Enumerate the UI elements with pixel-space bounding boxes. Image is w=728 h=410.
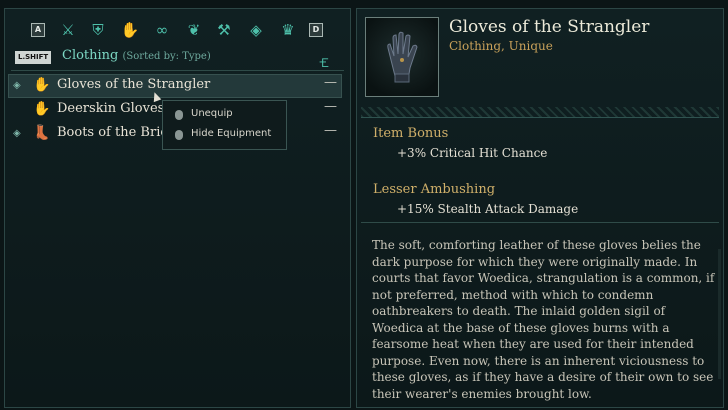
item-value: —	[324, 123, 337, 138]
glove-image	[387, 31, 418, 83]
item-subtitle: Clothing, Unique	[449, 39, 553, 53]
item-value: —	[324, 75, 337, 90]
category-title: Clothing (Sorted by: Type)	[62, 48, 211, 63]
category-label: Clothing	[62, 48, 119, 63]
weapons-icon[interactable]: ⚔	[57, 19, 79, 41]
item-description: The soft, comforting leather of these gl…	[372, 238, 715, 401]
item-name: Gloves of the Strangler	[57, 77, 211, 92]
equipped-icon: ◈	[13, 128, 21, 139]
decorative-divider	[361, 107, 719, 118]
hide-equipment-label: Hide Equipment	[191, 128, 272, 139]
smithing-icon[interactable]: ⚒	[213, 19, 235, 41]
gems-icon[interactable]: ◈	[245, 19, 267, 41]
next-category-key[interactable]: D	[309, 23, 323, 37]
item-name: Deerskin Gloves	[57, 101, 165, 116]
item-title: Gloves of the Strangler	[449, 17, 650, 37]
inventory-item-row[interactable]: ◈ ✋ Gloves of the Strangler —	[8, 74, 342, 98]
boots-icon: 👢	[33, 125, 51, 141]
context-menu: Unequip Hide Equipment	[162, 100, 287, 150]
mouse-button-icon	[175, 110, 183, 120]
divider	[11, 70, 344, 71]
bonus-heading: Item Bonus	[373, 126, 449, 141]
bonus-value: +3% Critical Hit Chance	[397, 146, 548, 160]
clothing-icon[interactable]: ✋	[119, 19, 141, 41]
item-value: —	[324, 99, 337, 114]
item-thumbnail	[365, 17, 439, 97]
scrollbar[interactable]	[718, 249, 721, 379]
unequip-label: Unequip	[191, 108, 233, 119]
divider	[361, 222, 719, 223]
item-detail-panel: Gloves of the Strangler Clothing, Unique…	[356, 8, 724, 408]
bonus-value: +15% Stealth Attack Damage	[397, 202, 579, 216]
category-tabs: A ⚔ ⛨ ✋ ∞ ❦ ⚒ ◈ ♛ D	[5, 19, 352, 45]
inventory-panel: A ⚔ ⛨ ✋ ∞ ❦ ⚒ ◈ ♛ D L.SHIFT Clothing (So…	[4, 8, 351, 408]
prev-category-key[interactable]: A	[31, 23, 45, 37]
trinkets-icon[interactable]: ❦	[183, 19, 205, 41]
mouse-button-icon	[175, 130, 183, 140]
rings-icon[interactable]: ∞	[151, 19, 173, 41]
sort-label[interactable]: (Sorted by: Type)	[123, 51, 211, 62]
crown-icon[interactable]: ♛	[277, 19, 299, 41]
equipped-icon: ◈	[13, 80, 21, 91]
sort-key-hint[interactable]: L.SHIFT	[15, 51, 52, 64]
gloves-icon: ✋	[33, 101, 51, 117]
gloves-icon: ✋	[33, 77, 51, 93]
armor-icon[interactable]: ⛨	[87, 19, 109, 41]
bonus-heading: Lesser Ambushing	[373, 182, 496, 197]
